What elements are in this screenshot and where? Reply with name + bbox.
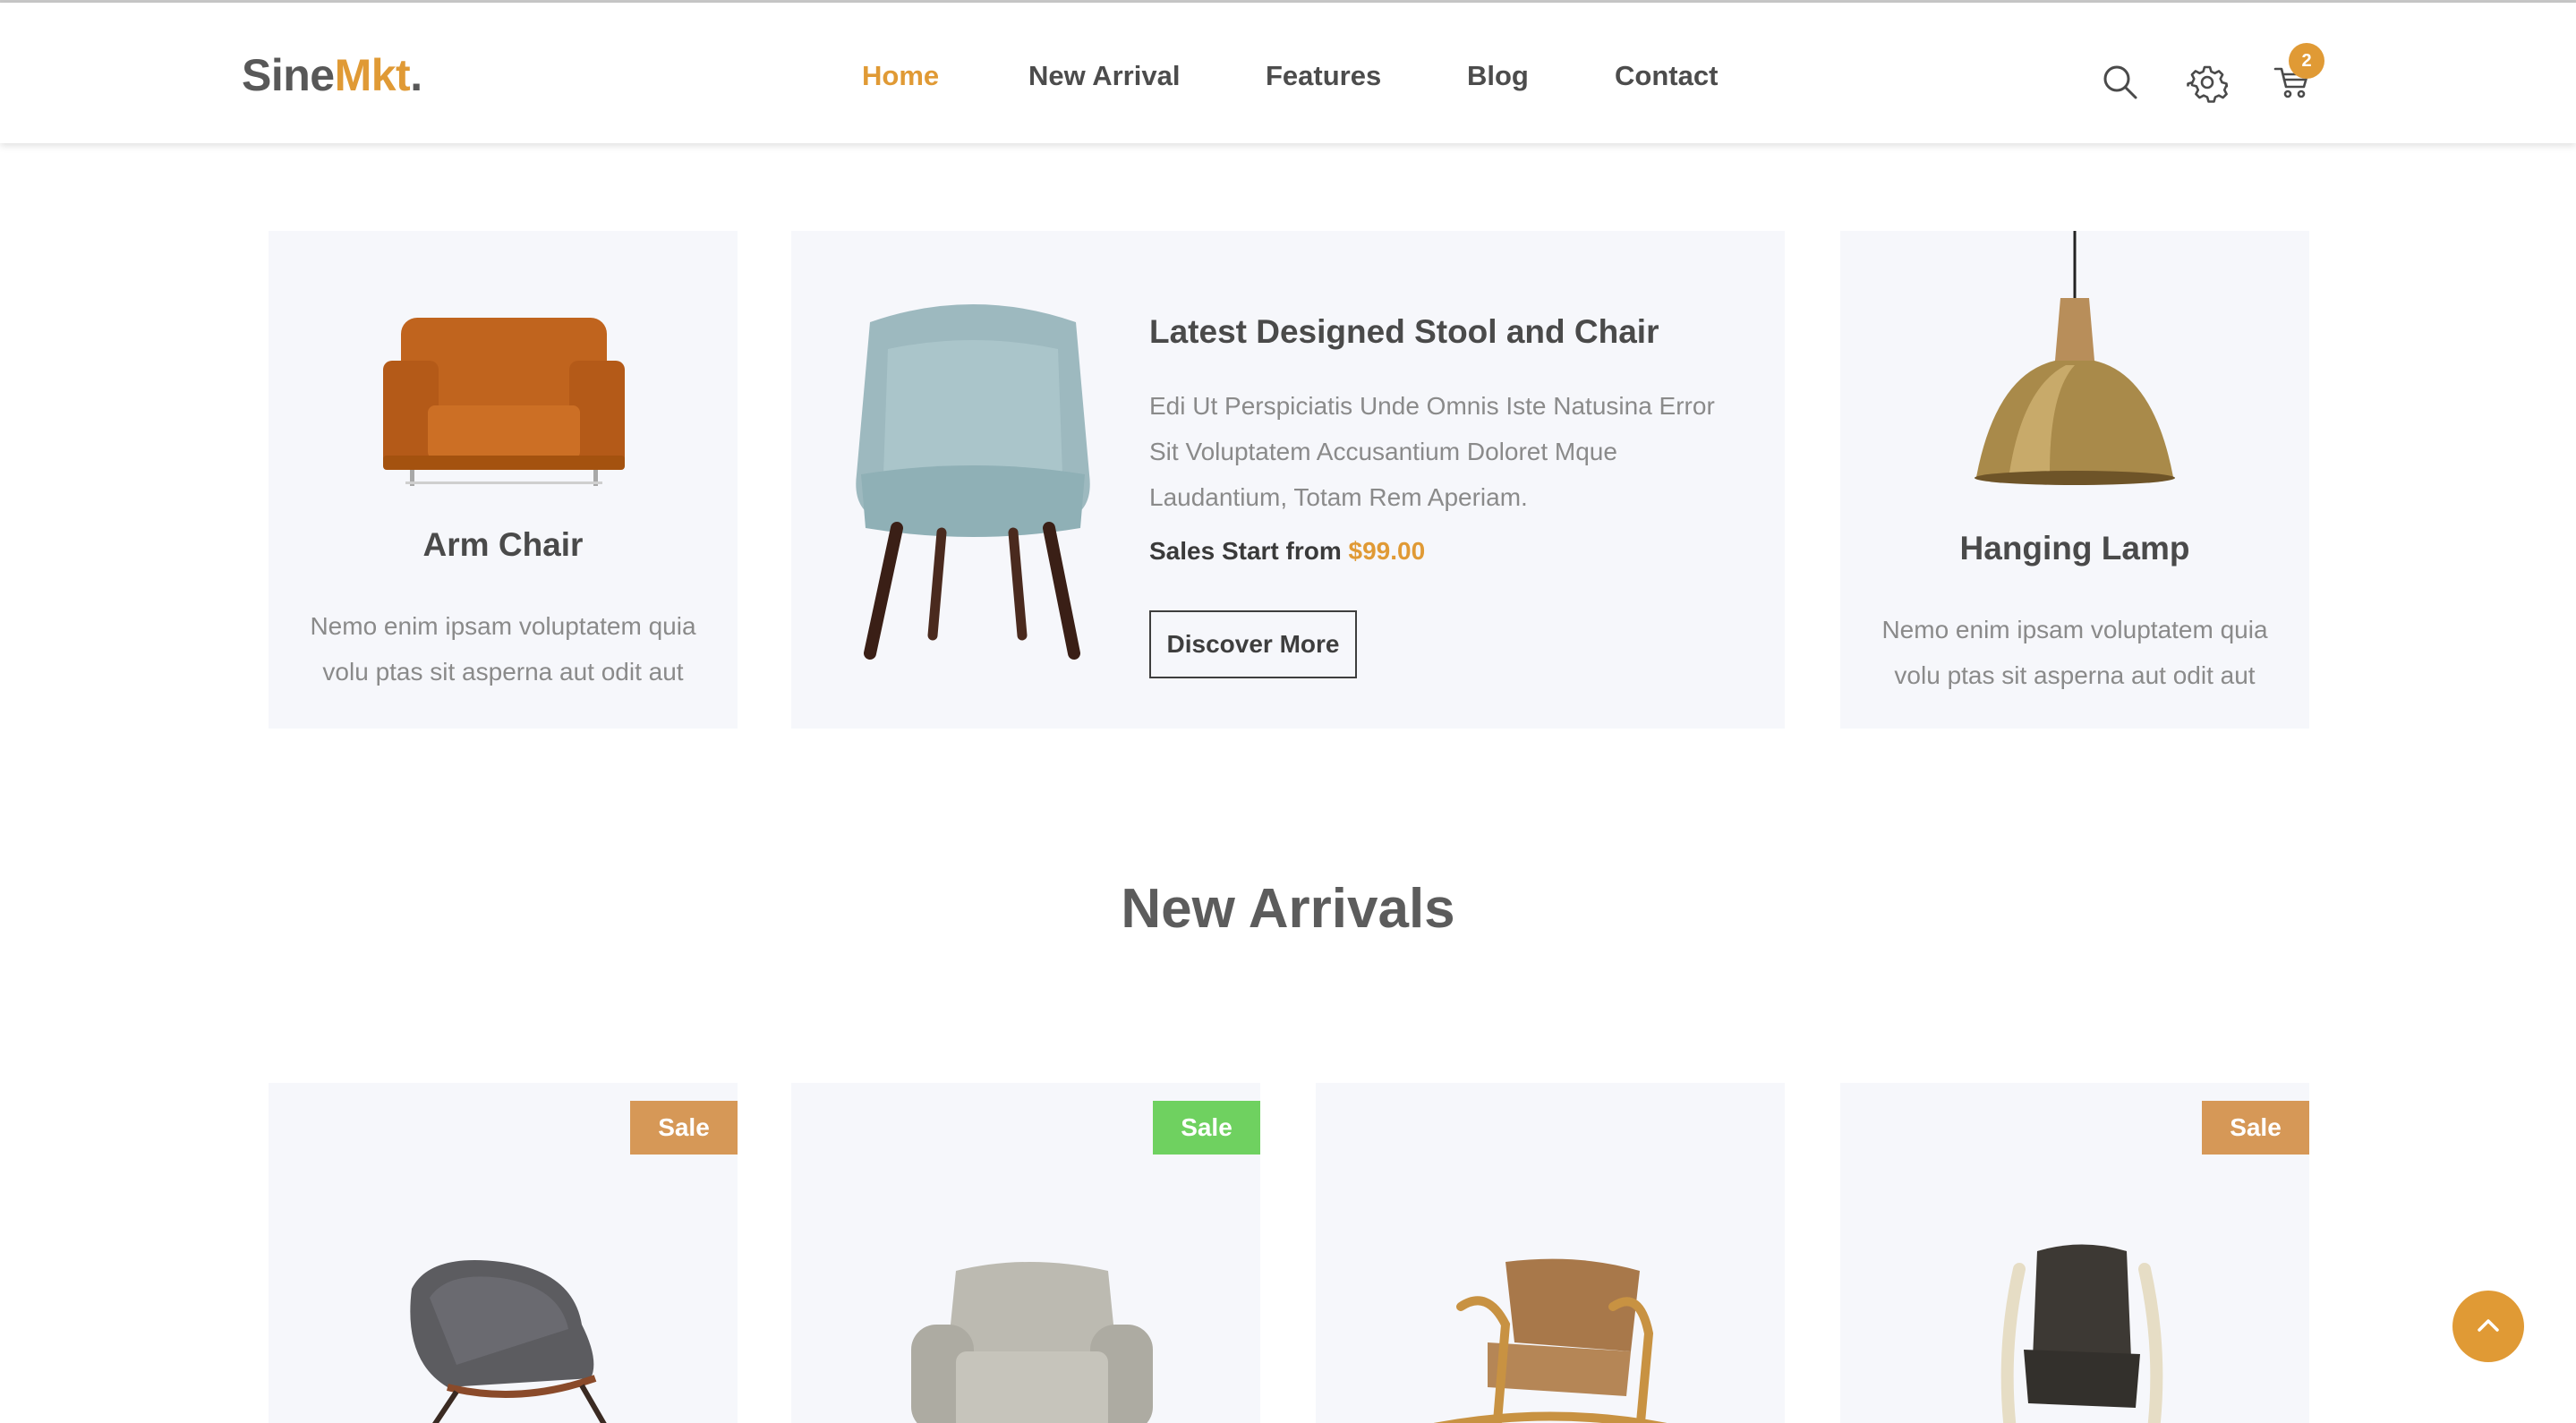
arm-chair-image — [383, 298, 625, 486]
nav-features[interactable]: Features — [1266, 60, 1381, 92]
feature-card-hanging-lamp[interactable]: Hanging Lamp Nemo enim ipsam voluptatem … — [1840, 231, 2309, 729]
nav-home[interactable]: Home — [862, 60, 939, 92]
arm-chair-title: Arm Chair — [422, 526, 584, 563]
sale-badge: Sale — [2202, 1101, 2309, 1155]
promo-title: Latest Designed Stool and Chair — [1149, 313, 1659, 350]
nav-contact[interactable]: Contact — [1615, 60, 1718, 92]
product-image-poang-chair — [1983, 1242, 2180, 1423]
hanging-lamp-image — [1960, 231, 2189, 490]
search-icon[interactable] — [2100, 62, 2141, 103]
sale-badge: Sale — [630, 1101, 738, 1155]
cart-count-badge: 2 — [2289, 43, 2324, 79]
sale-badge: Sale — [1153, 1101, 1260, 1155]
logo-accent: Mkt — [334, 50, 411, 100]
feature-card-arm-chair[interactable]: Arm Chair Nemo enim ipsam voluptatem qui… — [269, 231, 738, 729]
product-image-wingback-chair — [902, 1253, 1153, 1423]
product-card[interactable] — [1316, 1083, 1785, 1423]
promo-description: Edi Ut Perspiciatis Unde Omnis Iste Natu… — [1149, 392, 1715, 511]
discover-more-button[interactable]: Discover More — [1149, 610, 1357, 678]
logo-main: Sine — [242, 50, 335, 100]
product-card[interactable]: Sale — [269, 1083, 738, 1423]
site-logo[interactable]: SineMkt. — [242, 49, 422, 101]
promo-price-line: Sales Start from $99.00 — [1149, 537, 1425, 566]
stool-chair-image — [843, 295, 1103, 662]
gear-icon[interactable] — [2187, 62, 2228, 103]
arm-chair-description: Nemo enim ipsam voluptatem quia volu pta… — [310, 612, 696, 686]
nav-new-arrival[interactable]: New Arrival — [1028, 60, 1180, 92]
promo-price-amount: $99.00 — [1348, 537, 1426, 565]
logo-dot: . — [410, 50, 422, 100]
product-card[interactable]: Sale — [791, 1083, 1260, 1423]
product-image-rocking-chair — [1434, 1253, 1667, 1423]
new-arrivals-heading: New Arrivals — [1121, 878, 1455, 940]
product-card[interactable]: Sale — [1840, 1083, 2309, 1423]
scroll-to-top-button[interactable] — [2452, 1291, 2524, 1362]
promo-card: Latest Designed Stool and Chair Edi Ut P… — [791, 231, 1785, 729]
promo-price-label: Sales Start from — [1149, 537, 1342, 565]
hanging-lamp-title: Hanging Lamp — [1959, 530, 2190, 567]
hanging-lamp-description: Nemo enim ipsam voluptatem quia volu pta… — [1881, 616, 2268, 689]
site-header: SineMkt. Home New Arrival Features Blog … — [0, 3, 2576, 143]
chevron-up-icon — [2478, 1319, 2499, 1332]
product-image-lounge-chair — [394, 1253, 618, 1423]
nav-blog[interactable]: Blog — [1467, 60, 1529, 92]
